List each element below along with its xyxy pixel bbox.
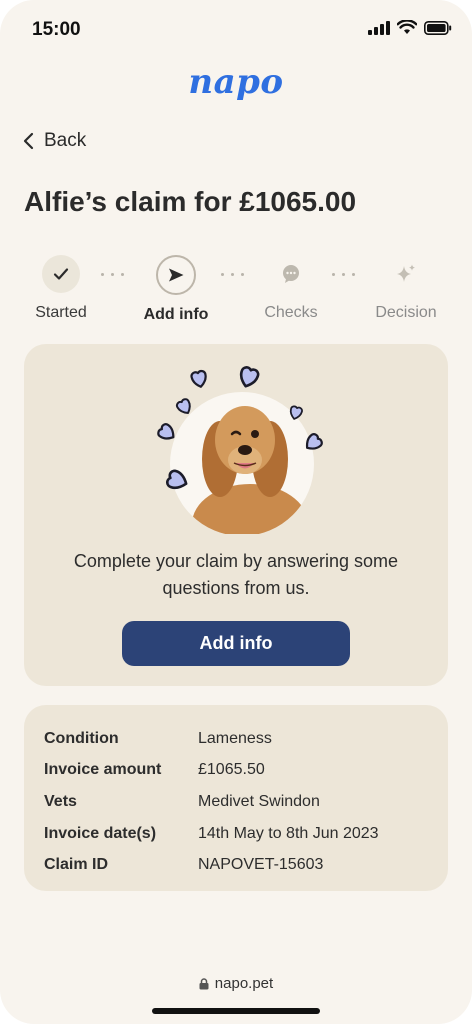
claim-details-card: Condition Lameness Invoice amount £1065.… <box>24 705 448 891</box>
claim-details-list: Condition Lameness Invoice amount £1065.… <box>44 723 434 881</box>
detail-key: Invoice amount <box>44 761 162 779</box>
step-checks: Checks <box>241 255 341 322</box>
sparkle-icon <box>397 264 415 282</box>
step-add-info-circle <box>156 255 196 295</box>
step-started-label: Started <box>35 304 87 321</box>
url-text: napo.pet <box>214 975 274 992</box>
dog-photo-image <box>157 366 323 536</box>
step-connector <box>332 273 355 276</box>
detail-row-claim-id: Claim ID NAPOVET-15603 <box>44 849 434 881</box>
add-info-message: Complete your claim by answering some qu… <box>73 551 399 598</box>
phone-screen: 15:00 napo Back Alfie’s claim for £1065.… <box>0 0 472 1024</box>
detail-value: £1065.50 <box>198 761 265 779</box>
home-indicator[interactable] <box>152 1008 320 1014</box>
send-arrow-icon <box>169 268 184 282</box>
napo-logo: napo <box>188 62 284 102</box>
detail-key: Invoice date(s) <box>44 824 157 842</box>
step-started-circle <box>42 255 80 293</box>
step-decision-circle <box>387 255 425 293</box>
battery-icon <box>424 20 452 35</box>
wifi-icon <box>397 20 417 34</box>
step-checks-circle <box>272 255 310 293</box>
check-icon <box>53 268 69 280</box>
signal-icon <box>368 20 390 35</box>
browser-url-bar[interactable]: napo.pet <box>0 975 472 992</box>
step-add-info: Add info <box>126 255 226 324</box>
claim-progress-stepper: Started Add info Checks Decision <box>0 255 472 325</box>
status-icons <box>368 20 452 35</box>
detail-row-invoice-amount: Invoice amount £1065.50 <box>44 755 434 787</box>
step-connector <box>101 273 124 276</box>
detail-key: Condition <box>44 729 119 747</box>
detail-row-invoice-dates: Invoice date(s) 14th May to 8th Jun 2023 <box>44 818 434 850</box>
detail-row-condition: Condition Lameness <box>44 723 434 755</box>
add-info-card: Complete your claim by answering some qu… <box>24 344 448 686</box>
chevron-left-icon <box>23 132 34 150</box>
detail-row-vets: Vets Medivet Swindon <box>44 786 434 818</box>
status-time: 15:00 <box>32 19 81 40</box>
detail-value: Lameness <box>198 729 272 747</box>
lock-icon <box>199 977 209 989</box>
add-info-button[interactable]: Add info <box>122 621 350 666</box>
back-label: Back <box>44 130 87 151</box>
step-checks-label: Checks <box>264 304 318 321</box>
back-button[interactable]: Back <box>22 130 86 152</box>
step-add-info-label: Add info <box>143 306 209 323</box>
detail-value: 14th May to 8th Jun 2023 <box>198 824 379 842</box>
step-decision-label: Decision <box>375 304 437 321</box>
chat-bubble-icon <box>283 265 299 283</box>
step-decision: Decision <box>356 255 456 322</box>
dog-illustration <box>154 364 324 536</box>
detail-value: NAPOVET-15603 <box>198 856 324 874</box>
page-title: Alfie’s claim for £1065.00 <box>24 186 357 217</box>
step-started: Started <box>11 255 111 322</box>
status-bar: 15:00 <box>0 0 472 60</box>
detail-value: Medivet Swindon <box>198 792 320 810</box>
detail-key: Claim ID <box>44 856 109 874</box>
detail-key: Vets <box>44 792 77 810</box>
